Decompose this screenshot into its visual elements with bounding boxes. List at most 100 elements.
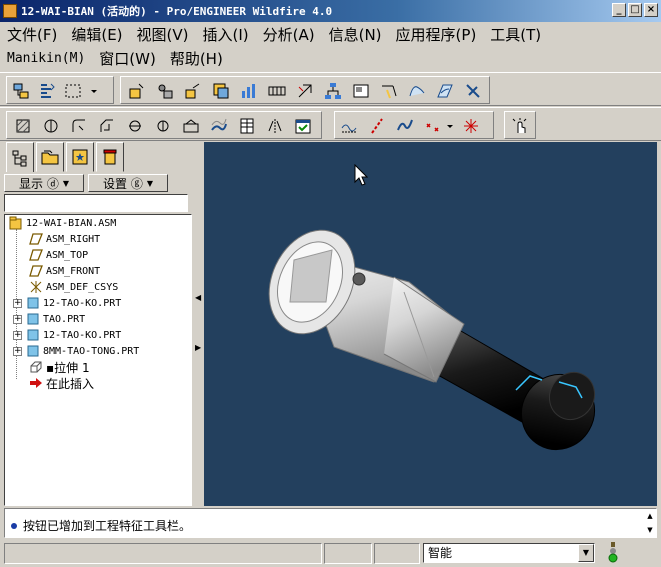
tree-item-extrude[interactable]: ▪拉伸 1 <box>29 359 90 375</box>
explode-view-icon[interactable] <box>265 79 289 103</box>
tree-item-part-4[interactable]: + 8MM-TAO-TONG.PRT <box>13 343 139 359</box>
close-button[interactable]: × <box>644 3 658 17</box>
view-manager-icon[interactable] <box>349 79 373 103</box>
tree-item-insert-here[interactable]: 在此插入 <box>29 375 94 391</box>
expand-right-icon[interactable]: ▶ <box>195 344 201 352</box>
tree-item-label: TAO.PRT <box>43 313 86 325</box>
favorites-icon <box>72 149 88 165</box>
selection-filter-select[interactable]: 智能 ▼ <box>423 543 595 563</box>
menu-manikin[interactable]: Manikin(M) <box>0 51 92 66</box>
tree-item-label: 在此插入 <box>46 376 95 391</box>
rib-icon[interactable] <box>151 114 175 138</box>
menu-applications[interactable]: 应用程序(P) <box>389 24 484 45</box>
mirror-icon[interactable] <box>263 114 287 138</box>
part-icon <box>26 312 40 326</box>
model-tree-icon[interactable] <box>9 79 33 103</box>
menu-file[interactable]: 文件(F) <box>0 24 64 45</box>
panel-sash[interactable]: ◀ ▶ <box>193 142 203 506</box>
layer-tree-icon[interactable] <box>35 79 59 103</box>
settings-menu-label: 设置 ⓖ <box>103 176 143 191</box>
table-icon[interactable] <box>235 114 259 138</box>
mouse-cursor-icon <box>354 164 368 186</box>
chart-icon[interactable] <box>237 79 261 103</box>
create-component-icon[interactable] <box>153 79 177 103</box>
tree-item-part-2[interactable]: + TAO.PRT <box>13 311 85 327</box>
hatch-icon[interactable] <box>11 114 35 138</box>
menu-info[interactable]: 信息(N) <box>322 24 389 45</box>
minimize-button[interactable]: _ <box>612 3 626 17</box>
tree-item-asm-front[interactable]: ASM_FRONT <box>29 263 100 279</box>
round-icon[interactable] <box>67 114 91 138</box>
tree-item-root[interactable]: 12-WAI-BIAN.ASM <box>9 215 116 231</box>
tree-item-asm-top[interactable]: ASM_TOP <box>29 247 88 263</box>
graphics-window[interactable] <box>204 142 657 506</box>
menu-analysis[interactable]: 分析(A) <box>256 24 322 45</box>
shell-icon[interactable] <box>123 114 147 138</box>
selection-dropdown-icon[interactable] <box>87 79 101 103</box>
model-tree-tab[interactable] <box>6 142 34 172</box>
draft-icon[interactable] <box>179 114 203 138</box>
collapse-left-icon[interactable]: ◀ <box>195 294 201 302</box>
hierarchy-icon[interactable] <box>321 79 345 103</box>
tree-item-label: 8MM-TAO-TONG.PRT <box>43 345 140 357</box>
menu-tools[interactable]: 工具(T) <box>483 24 548 45</box>
title-bar: 12-WAI-BIAN (活动的) - Pro/ENGINEER Wildfir… <box>0 0 661 22</box>
context-help-icon[interactable] <box>508 114 532 138</box>
menu-insert[interactable]: 插入(I) <box>196 24 256 45</box>
warp-icon[interactable] <box>461 79 485 103</box>
component-interface-icon[interactable] <box>209 79 233 103</box>
datum-point-icon[interactable] <box>421 114 445 138</box>
show-chevron-down-icon: ▼ <box>62 178 69 188</box>
component-place-icon[interactable] <box>181 79 205 103</box>
folder-browser-tab[interactable] <box>36 142 64 172</box>
tree-item-asm-right[interactable]: ASM_RIGHT <box>29 231 100 247</box>
scroll-up-icon[interactable]: ▲ <box>644 509 656 523</box>
menu-window[interactable]: 窗口(W) <box>92 48 163 69</box>
message-area: 按钮已增加到工程特征工具栏。 ▲ ▼ <box>4 508 657 538</box>
datum-point-dropdown-icon[interactable] <box>443 114 457 138</box>
maximize-button[interactable]: □ <box>628 3 642 17</box>
expand-icon[interactable]: + <box>13 330 22 340</box>
expand-icon[interactable]: + <box>13 298 22 308</box>
datum-plane-tool-icon[interactable] <box>337 114 361 138</box>
csys-icon <box>29 280 43 294</box>
show-menu[interactable]: 显示 ⓓ ▼ <box>4 174 84 192</box>
surface-icon[interactable] <box>405 79 429 103</box>
tree-item-asm-def-csys[interactable]: ASM_DEF_CSYS <box>29 279 118 295</box>
hole-icon[interactable] <box>39 114 63 138</box>
tree-item-label: 12-TAO-KO.PRT <box>43 329 122 341</box>
tree-item-part-3[interactable]: + 12-TAO-KO.PRT <box>13 327 121 343</box>
settings-menu[interactable]: 设置 ⓖ ▼ <box>88 174 168 192</box>
toolbar-top <box>0 72 661 106</box>
style-icon[interactable] <box>433 79 457 103</box>
datum-plane-icon <box>29 264 43 278</box>
finish-feature-icon[interactable] <box>291 114 315 138</box>
message-scrollbar[interactable]: ▲ ▼ <box>644 509 656 537</box>
toolbar-group-features <box>120 76 490 104</box>
sweep-icon[interactable] <box>207 114 231 138</box>
expand-icon[interactable]: + <box>13 314 22 324</box>
chamfer-icon[interactable] <box>95 114 119 138</box>
expand-icon[interactable]: + <box>13 346 22 356</box>
selection-box-icon[interactable] <box>61 79 85 103</box>
cross-section-icon[interactable] <box>293 79 317 103</box>
connections-tab[interactable] <box>96 142 124 172</box>
filter-chevron-down-icon[interactable]: ▼ <box>578 544 594 562</box>
menu-help[interactable]: 帮助(H) <box>163 48 230 69</box>
settings-chevron-down-icon: ▼ <box>146 178 153 188</box>
datum-axis-icon[interactable] <box>365 114 389 138</box>
menu-bar-row2: Manikin(M) 窗口(W) 帮助(H) <box>0 46 661 70</box>
menu-edit[interactable]: 编辑(E) <box>64 24 129 45</box>
datum-csys-icon[interactable] <box>459 114 483 138</box>
tree-item-part-1[interactable]: + 12-TAO-KO.PRT <box>13 295 121 311</box>
status-cell-b <box>374 543 420 564</box>
tree-search-input[interactable] <box>4 194 188 212</box>
menu-view[interactable]: 视图(V) <box>130 24 196 45</box>
datum-curve-icon[interactable] <box>393 114 417 138</box>
sketch-icon[interactable] <box>377 79 401 103</box>
regeneration-status-icon[interactable] <box>606 542 620 564</box>
scroll-down-icon[interactable]: ▼ <box>644 523 656 537</box>
favorites-tab[interactable] <box>66 142 94 172</box>
assemble-icon[interactable] <box>125 79 149 103</box>
part-icon <box>26 344 40 358</box>
